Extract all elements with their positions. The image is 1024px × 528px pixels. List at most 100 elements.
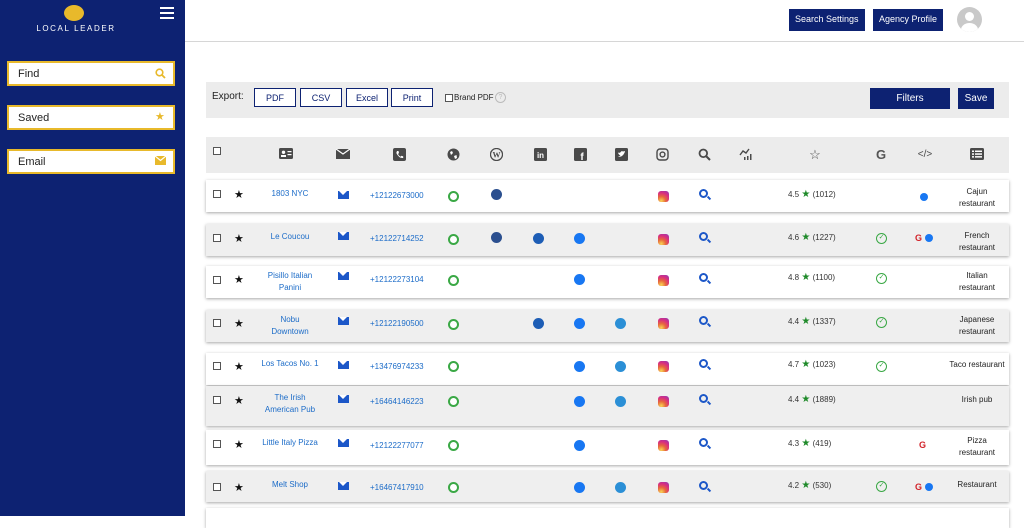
- favorite-star-icon[interactable]: ★: [234, 188, 244, 201]
- website-icon[interactable]: [448, 319, 459, 330]
- search-icon[interactable]: [699, 189, 708, 198]
- business-name-link[interactable]: Le Coucou: [250, 231, 330, 243]
- search-icon[interactable]: [699, 394, 708, 403]
- category-list-column-icon[interactable]: [970, 148, 984, 161]
- favorite-star-icon[interactable]: ★: [234, 394, 244, 407]
- phone-link[interactable]: +12122714252: [370, 234, 424, 243]
- search-icon[interactable]: [699, 359, 708, 368]
- email-button[interactable]: Email: [7, 149, 175, 174]
- email-icon[interactable]: [338, 361, 349, 369]
- twitter-icon[interactable]: [615, 361, 626, 372]
- agency-profile-button[interactable]: Agency Profile: [873, 9, 944, 31]
- instagram-icon[interactable]: [658, 191, 669, 202]
- website-icon[interactable]: [448, 440, 459, 451]
- linkedin-column-icon[interactable]: in: [533, 148, 547, 161]
- row-checkbox[interactable]: [213, 362, 221, 370]
- email-icon[interactable]: [338, 482, 349, 490]
- favorite-star-icon[interactable]: ★: [234, 438, 244, 451]
- favorite-star-icon[interactable]: ★: [234, 317, 244, 330]
- wordpress-icon[interactable]: [491, 189, 502, 200]
- email-icon[interactable]: [338, 439, 349, 447]
- select-all-checkbox[interactable]: [213, 147, 221, 155]
- search-settings-button[interactable]: Search Settings: [789, 9, 865, 31]
- phone-link[interactable]: +12122673000: [370, 191, 424, 200]
- filters-button[interactable]: Filters: [870, 88, 950, 109]
- growth-chart-column-icon[interactable]: [739, 148, 753, 161]
- phone-column-icon[interactable]: [392, 148, 406, 161]
- email-icon[interactable]: [338, 191, 349, 199]
- export-csv-button[interactable]: CSV: [300, 88, 342, 107]
- website-icon[interactable]: [448, 275, 459, 286]
- business-name-link[interactable]: Little Italy Pizza: [250, 437, 330, 449]
- email-icon[interactable]: [338, 317, 349, 325]
- instagram-column-icon[interactable]: [655, 148, 669, 161]
- email-icon[interactable]: [338, 272, 349, 280]
- linkedin-icon[interactable]: [533, 318, 544, 329]
- row-checkbox[interactable]: [213, 483, 221, 491]
- facebook-icon[interactable]: [574, 274, 585, 285]
- google-column-icon[interactable]: G: [874, 148, 888, 161]
- email-icon[interactable]: [338, 395, 349, 403]
- search-icon[interactable]: [699, 481, 708, 490]
- favorite-star-icon[interactable]: ★: [234, 481, 244, 494]
- search-icon[interactable]: [699, 438, 708, 447]
- business-name-link[interactable]: Melt Shop: [250, 479, 330, 491]
- phone-link[interactable]: +12122190500: [370, 319, 424, 328]
- business-name-link[interactable]: 1803 NYC: [250, 188, 330, 200]
- avatar[interactable]: [957, 7, 982, 32]
- phone-link[interactable]: +12122277077: [370, 441, 424, 450]
- instagram-icon[interactable]: [658, 482, 669, 493]
- row-checkbox[interactable]: [213, 319, 221, 327]
- instagram-icon[interactable]: [658, 318, 669, 329]
- email-column-icon[interactable]: [335, 148, 351, 161]
- instagram-icon[interactable]: [658, 440, 669, 451]
- globe-column-icon[interactable]: [446, 148, 460, 161]
- instagram-icon[interactable]: [658, 361, 669, 372]
- brand-pdf-checkbox[interactable]: [445, 94, 453, 102]
- help-icon[interactable]: ?: [495, 92, 506, 103]
- code-column-icon[interactable]: </>: [916, 148, 934, 161]
- linkedin-icon[interactable]: [533, 233, 544, 244]
- business-name-link[interactable]: Pisillo Italian Panini: [250, 270, 330, 294]
- row-checkbox[interactable]: [213, 276, 221, 284]
- phone-link[interactable]: +16464146223: [370, 397, 424, 406]
- twitter-icon[interactable]: [615, 318, 626, 329]
- hamburger-menu-icon[interactable]: [160, 7, 174, 19]
- instagram-icon[interactable]: [658, 275, 669, 286]
- facebook-icon[interactable]: [574, 396, 585, 407]
- twitter-column-icon[interactable]: [614, 148, 628, 161]
- phone-link[interactable]: +16467417910: [370, 483, 424, 492]
- rating-column-icon[interactable]: ☆: [808, 148, 822, 161]
- row-checkbox[interactable]: [213, 190, 221, 198]
- phone-link[interactable]: +12122273104: [370, 275, 424, 284]
- business-name-link[interactable]: Los Tacos No. 1: [250, 358, 330, 370]
- instagram-icon[interactable]: [658, 396, 669, 407]
- phone-link[interactable]: +13476974233: [370, 362, 424, 371]
- row-checkbox[interactable]: [213, 440, 221, 448]
- row-checkbox[interactable]: [213, 396, 221, 404]
- website-icon[interactable]: [448, 191, 459, 202]
- search-icon[interactable]: [699, 232, 708, 241]
- facebook-icon[interactable]: [574, 233, 585, 244]
- find-button[interactable]: Find: [7, 61, 175, 86]
- business-name-link[interactable]: Nobu Downtown: [250, 314, 330, 338]
- website-icon[interactable]: [448, 396, 459, 407]
- favorite-star-icon[interactable]: ★: [234, 360, 244, 373]
- twitter-icon[interactable]: [615, 482, 626, 493]
- save-button[interactable]: Save: [958, 88, 994, 109]
- facebook-icon[interactable]: [574, 318, 585, 329]
- export-excel-button[interactable]: Excel: [346, 88, 388, 107]
- twitter-icon[interactable]: [615, 396, 626, 407]
- row-checkbox[interactable]: [213, 234, 221, 242]
- facebook-icon[interactable]: [574, 361, 585, 372]
- favorite-star-icon[interactable]: ★: [234, 232, 244, 245]
- website-icon[interactable]: [448, 361, 459, 372]
- business-name-link[interactable]: The Irish American Pub: [250, 392, 330, 416]
- search-icon[interactable]: [699, 316, 708, 325]
- contact-card-icon[interactable]: [279, 148, 293, 161]
- facebook-column-icon[interactable]: f: [573, 148, 587, 163]
- favorite-star-icon[interactable]: ★: [234, 273, 244, 286]
- facebook-icon[interactable]: [574, 482, 585, 493]
- wordpress-icon[interactable]: [491, 232, 502, 243]
- website-icon[interactable]: [448, 482, 459, 493]
